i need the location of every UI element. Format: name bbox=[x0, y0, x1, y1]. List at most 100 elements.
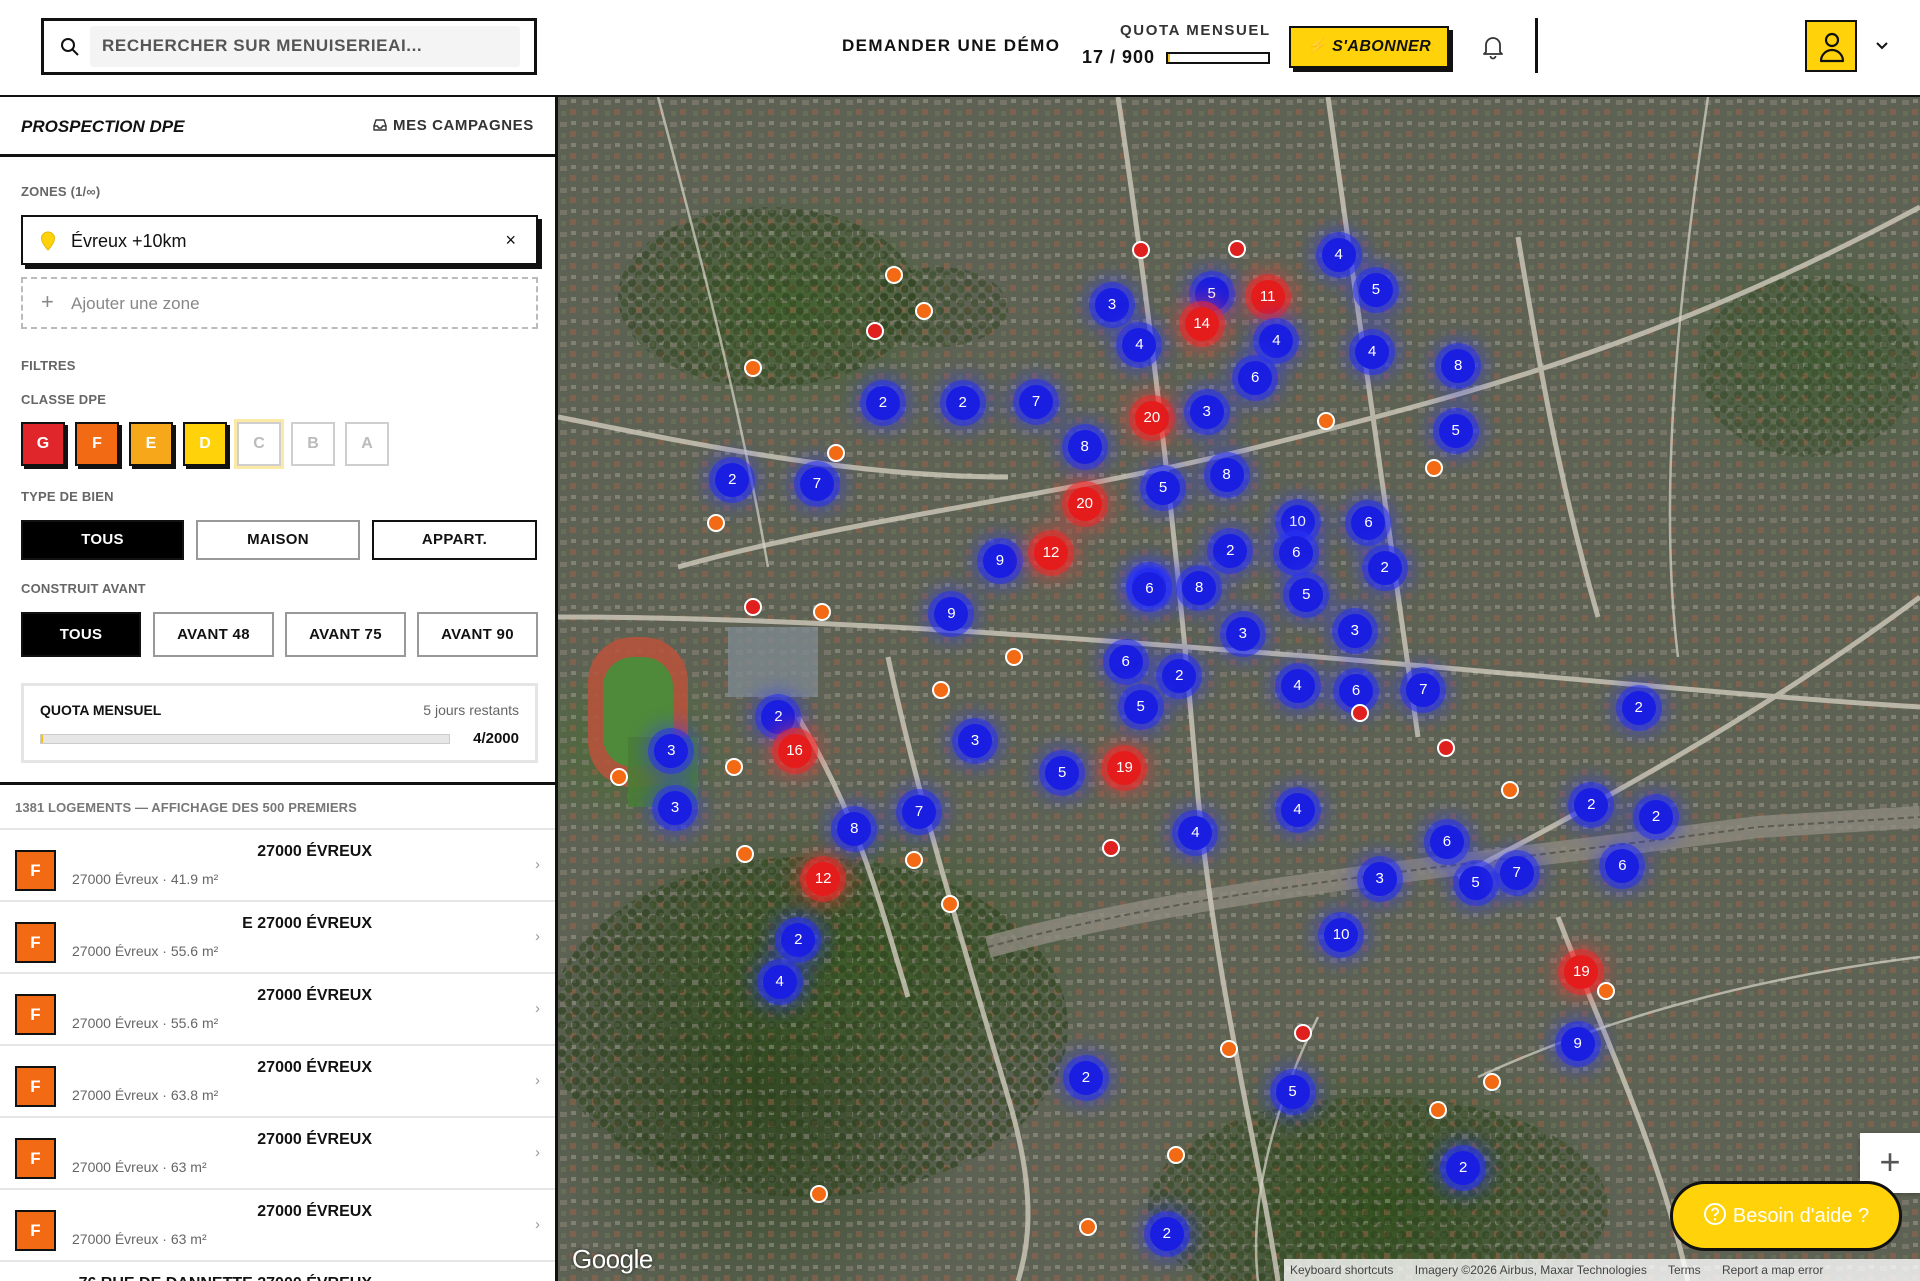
search-bar[interactable]: RECHERCHER SUR MENUISERIEAI... bbox=[41, 18, 537, 75]
map-point-marker[interactable] bbox=[735, 844, 754, 863]
map-cluster-marker[interactable]: 2 bbox=[1621, 691, 1656, 726]
map-point-marker[interactable] bbox=[812, 603, 831, 622]
map-cluster-marker[interactable]: 19 bbox=[1564, 955, 1599, 990]
map-cluster-marker[interactable]: 2 bbox=[1639, 799, 1674, 834]
map-cluster-marker[interactable]: 2 bbox=[1068, 1061, 1103, 1096]
map-cluster-marker[interactable]: 11 bbox=[1250, 280, 1285, 315]
map-cluster-marker[interactable]: 2 bbox=[1162, 658, 1197, 693]
campaigns-link[interactable]: MES CAMPAGNES bbox=[372, 117, 534, 134]
map-point-marker[interactable] bbox=[866, 322, 885, 341]
listing-row[interactable]: F 27000 ÉVREUX 27000 Évreux · 63 m² › bbox=[0, 1188, 555, 1260]
map-point-marker[interactable] bbox=[1350, 704, 1369, 723]
listing-row[interactable]: F 27000 ÉVREUX 27000 Évreux · 63.8 m² › bbox=[0, 1044, 555, 1116]
map-cluster-marker[interactable]: 20 bbox=[1067, 487, 1102, 522]
map-cluster-marker[interactable]: 5 bbox=[1358, 272, 1393, 307]
property-type-all-button[interactable]: TOUS bbox=[21, 520, 184, 560]
listing-row[interactable]: F76 RUE DE DANNETTE 27000 ÉVREUX› bbox=[0, 1260, 555, 1281]
map-cluster-marker[interactable]: 7 bbox=[1499, 855, 1534, 890]
built-before-all-button[interactable]: TOUS bbox=[21, 612, 141, 657]
dpe-class-a-toggle[interactable]: A bbox=[345, 422, 389, 466]
map-cluster-marker[interactable]: 4 bbox=[1178, 815, 1213, 850]
map-cluster-marker[interactable]: 4 bbox=[1280, 793, 1315, 828]
map-cluster-marker[interactable]: 8 bbox=[1209, 458, 1244, 493]
map-point-marker[interactable] bbox=[1597, 981, 1616, 1000]
built-before-48-button[interactable]: AVANT 48 bbox=[153, 612, 274, 657]
map-point-marker[interactable] bbox=[932, 680, 951, 699]
dpe-class-c-toggle[interactable]: C bbox=[234, 419, 284, 469]
map-point-marker[interactable] bbox=[1425, 459, 1444, 477]
map-cluster-marker[interactable]: 3 bbox=[1095, 287, 1130, 322]
map-cluster-marker[interactable]: 10 bbox=[1280, 504, 1315, 539]
map-cluster-marker[interactable]: 4 bbox=[1259, 324, 1294, 359]
map-cluster-marker[interactable]: 2 bbox=[1574, 788, 1609, 823]
built-before-75-button[interactable]: AVANT 75 bbox=[285, 612, 406, 657]
map-point-marker[interactable] bbox=[1436, 739, 1455, 758]
map-cluster-marker[interactable]: 7 bbox=[799, 467, 834, 502]
map-cluster-marker[interactable]: 10 bbox=[1324, 917, 1359, 952]
map-cluster-marker[interactable]: 4 bbox=[1122, 327, 1157, 362]
map-point-marker[interactable] bbox=[1482, 1072, 1501, 1091]
map-cluster-marker[interactable]: 8 bbox=[1441, 348, 1476, 383]
map-cluster-marker[interactable]: 9 bbox=[934, 596, 969, 631]
map-cluster-marker[interactable]: 20 bbox=[1134, 401, 1169, 436]
map-cluster-marker[interactable]: 3 bbox=[958, 723, 993, 758]
bell-icon[interactable] bbox=[1479, 33, 1507, 61]
map-cluster-marker[interactable]: 6 bbox=[1238, 361, 1273, 396]
map-cluster-marker[interactable]: 2 bbox=[1149, 1216, 1184, 1251]
report-error-link[interactable]: Report a map error bbox=[1722, 1263, 1823, 1277]
dpe-class-b-toggle[interactable]: B bbox=[291, 422, 335, 466]
built-before-90-button[interactable]: AVANT 90 bbox=[417, 612, 538, 657]
map-cluster-marker[interactable]: 7 bbox=[902, 794, 937, 829]
map-point-marker[interactable] bbox=[1101, 838, 1120, 857]
map-cluster-marker[interactable]: 8 bbox=[837, 812, 872, 847]
map-cluster-marker[interactable]: 2 bbox=[1213, 534, 1248, 569]
map-point-marker[interactable] bbox=[744, 598, 763, 617]
map-point-marker[interactable] bbox=[1429, 1101, 1448, 1120]
map-cluster-marker[interactable]: 12 bbox=[1034, 535, 1069, 570]
map-cluster-marker[interactable]: 6 bbox=[1132, 571, 1167, 606]
map-cluster-marker[interactable]: 9 bbox=[982, 544, 1017, 579]
property-type-apartment-button[interactable]: APPART. bbox=[372, 520, 537, 560]
dpe-class-d-toggle[interactable]: D bbox=[183, 422, 227, 466]
map-point-marker[interactable] bbox=[1293, 1024, 1312, 1043]
map-cluster-marker[interactable]: 3 bbox=[654, 733, 689, 768]
map-cluster-marker[interactable]: 7 bbox=[1406, 672, 1441, 707]
subscribe-button[interactable]: ⚡ S'ABONNER bbox=[1289, 26, 1449, 68]
map-cluster-marker[interactable]: 5 bbox=[1045, 756, 1080, 791]
map-cluster-marker[interactable]: 6 bbox=[1339, 673, 1374, 708]
map-cluster-marker[interactable]: 2 bbox=[761, 700, 796, 734]
map-cluster-marker[interactable]: 5 bbox=[1289, 578, 1324, 612]
map-point-marker[interactable] bbox=[610, 767, 628, 786]
map-point-marker[interactable] bbox=[885, 266, 904, 285]
map-cluster-marker[interactable]: 2 bbox=[945, 386, 980, 421]
map-cluster-marker[interactable]: 4 bbox=[1355, 335, 1390, 370]
map-view[interactable]: 3511451444468227203582785620106291210268… bbox=[558, 97, 1920, 1281]
map-cluster-marker[interactable]: 19 bbox=[1107, 751, 1142, 786]
add-zone-button[interactable]: + Ajouter une zone bbox=[21, 277, 538, 329]
dpe-class-g-toggle[interactable]: G bbox=[21, 422, 65, 466]
map-cluster-marker[interactable]: 2 bbox=[781, 922, 816, 957]
map-cluster-marker[interactable]: 2 bbox=[715, 463, 750, 498]
listing-row[interactable]: F 27000 ÉVREUX 27000 Évreux · 41.9 m² › bbox=[0, 828, 555, 900]
map-cluster-marker[interactable]: 16 bbox=[777, 733, 812, 768]
map-point-marker[interactable] bbox=[724, 757, 743, 776]
map-point-marker[interactable] bbox=[1131, 241, 1150, 260]
keyboard-shortcuts-link[interactable]: Keyboard shortcuts bbox=[1290, 1263, 1393, 1277]
map-point-marker[interactable] bbox=[915, 302, 934, 321]
map-cluster-marker[interactable]: 5 bbox=[1275, 1074, 1310, 1109]
dpe-class-e-toggle[interactable]: E bbox=[129, 422, 173, 466]
listing-row[interactable]: F 27000 ÉVREUX 27000 Évreux · 63 m² › bbox=[0, 1116, 555, 1188]
map-point-marker[interactable] bbox=[707, 513, 726, 532]
map-cluster-marker[interactable]: 9 bbox=[1560, 1027, 1595, 1062]
map-cluster-marker[interactable]: 5 bbox=[1194, 276, 1229, 311]
property-type-house-button[interactable]: MAISON bbox=[196, 520, 360, 560]
map-cluster-marker[interactable]: 8 bbox=[1182, 570, 1217, 605]
map-cluster-marker[interactable]: 3 bbox=[1337, 614, 1372, 649]
map-point-marker[interactable] bbox=[744, 359, 763, 378]
map-cluster-marker[interactable]: 3 bbox=[1189, 394, 1224, 429]
map-cluster-marker[interactable]: 6 bbox=[1605, 849, 1640, 884]
chevron-down-icon[interactable] bbox=[1873, 37, 1891, 55]
map-cluster-marker[interactable]: 5 bbox=[1438, 413, 1473, 448]
remove-zone-button[interactable]: × bbox=[505, 230, 516, 251]
dpe-class-f-toggle[interactable]: F bbox=[75, 422, 119, 466]
